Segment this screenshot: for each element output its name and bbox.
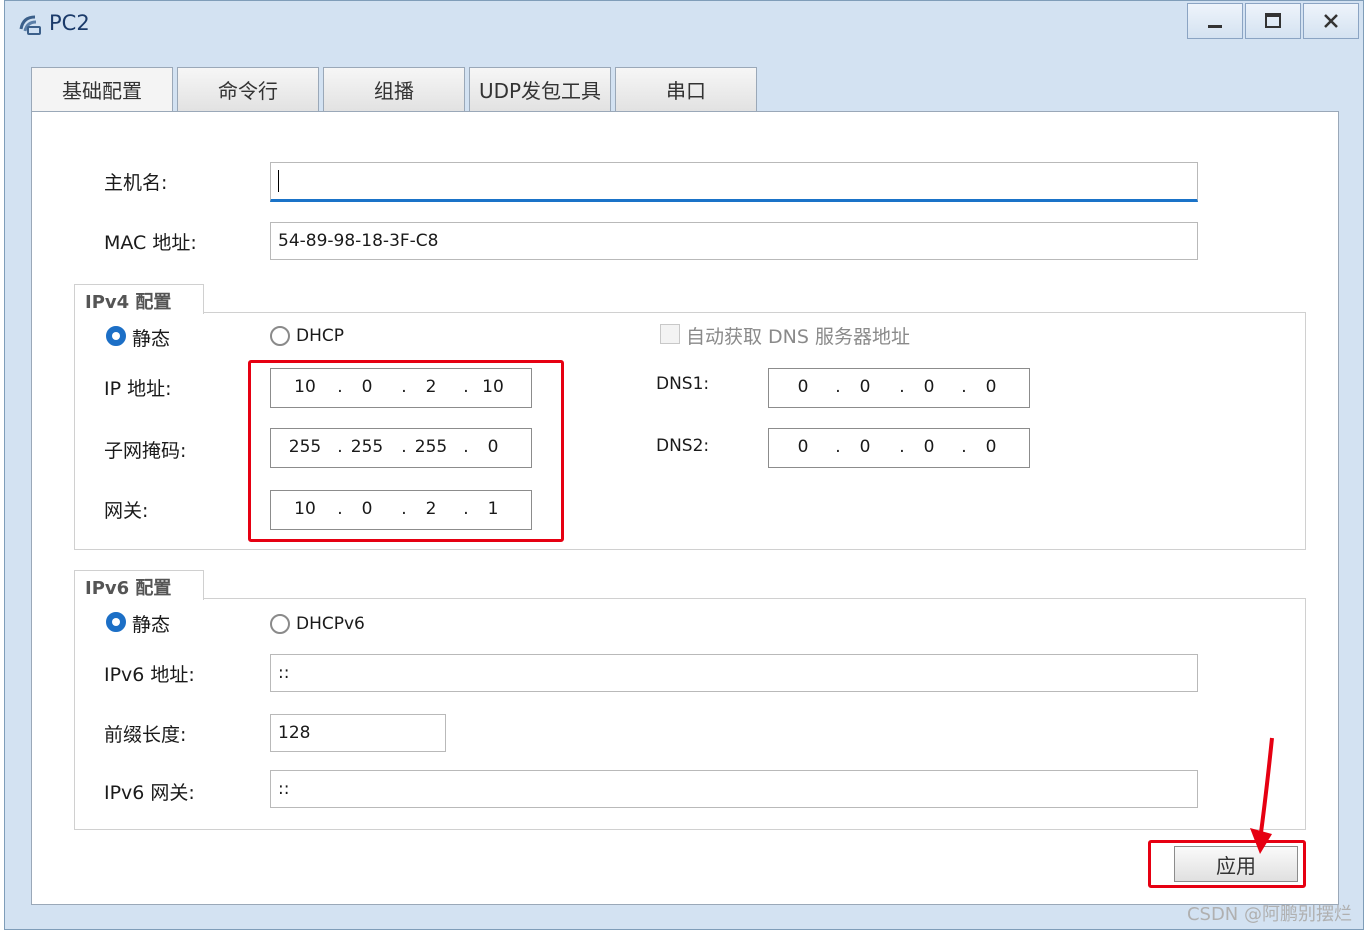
watermark: CSDN @阿鹏别摆烂 bbox=[1186, 904, 1352, 925]
pc2-window: PC2 基础配置 命令行 组播 UDP发包工具 串口 主机名: MAC 地址: … bbox=[4, 0, 1364, 930]
hostname-input[interactable] bbox=[270, 162, 1198, 202]
maximize-icon bbox=[1265, 13, 1281, 28]
mac-field[interactable]: 54-89-98-18-3F-C8 bbox=[270, 222, 1198, 260]
auto-dns-checkbox[interactable] bbox=[660, 324, 680, 344]
ipv6-group-title: IPv6 配置 bbox=[74, 570, 204, 600]
dns2-input[interactable]: 0. 0. 0. 0 bbox=[768, 428, 1030, 468]
gateway-label: 网关: bbox=[104, 500, 149, 522]
text-caret bbox=[278, 170, 279, 192]
subnet-mask-label: 子网掩码: bbox=[104, 440, 187, 462]
tab-multicast[interactable]: 组播 bbox=[323, 67, 465, 111]
prefix-length-input[interactable]: 128 bbox=[270, 714, 446, 752]
ipv6-address-label: IPv6 地址: bbox=[104, 664, 195, 686]
ipv4-static-radio[interactable] bbox=[106, 326, 126, 346]
close-button[interactable] bbox=[1303, 3, 1359, 39]
ipv6-dhcpv6-label: DHCPv6 bbox=[296, 614, 365, 634]
dns1-input[interactable]: 0. 0. 0. 0 bbox=[768, 368, 1030, 408]
network-pc-icon bbox=[19, 15, 41, 35]
apply-highlight-box bbox=[1148, 840, 1306, 888]
ipv6-static-label: 静态 bbox=[132, 614, 171, 636]
window-title: PC2 bbox=[49, 11, 90, 35]
tab-udp-tool[interactable]: UDP发包工具 bbox=[469, 67, 611, 111]
auto-dns-label: 自动获取 DNS 服务器地址 bbox=[686, 326, 910, 348]
ipv4-group-title: IPv4 配置 bbox=[74, 284, 204, 314]
ipv6-dhcpv6-radio[interactable] bbox=[270, 614, 290, 634]
dns2-label: DNS2: bbox=[656, 436, 710, 456]
title-bar[interactable]: PC2 bbox=[5, 1, 1363, 51]
minimize-button[interactable] bbox=[1187, 3, 1243, 39]
tab-command-line[interactable]: 命令行 bbox=[177, 67, 319, 111]
close-icon bbox=[1324, 14, 1338, 28]
config-panel: 主机名: MAC 地址: 54-89-98-18-3F-C8 IPv4 配置 静… bbox=[31, 111, 1339, 905]
ipv6-static-radio[interactable] bbox=[106, 612, 126, 632]
ipv6-address-input[interactable]: :: bbox=[270, 654, 1198, 692]
tab-serial[interactable]: 串口 bbox=[615, 67, 757, 111]
maximize-button[interactable] bbox=[1245, 3, 1301, 39]
minimize-icon bbox=[1208, 25, 1222, 28]
red-arrow-annotation bbox=[1250, 737, 1274, 854]
mac-label: MAC 地址: bbox=[104, 232, 197, 254]
ipv6-gateway-input[interactable]: :: bbox=[270, 770, 1198, 808]
tab-basic-config[interactable]: 基础配置 bbox=[31, 67, 173, 111]
ipv4-dhcp-label: DHCP bbox=[296, 326, 344, 346]
ipv6-gateway-label: IPv6 网关: bbox=[104, 782, 195, 804]
prefix-length-label: 前缀长度: bbox=[104, 724, 187, 746]
ipv4-highlight-box bbox=[248, 360, 564, 542]
tab-bar: 基础配置 命令行 组播 UDP发包工具 串口 bbox=[31, 67, 761, 111]
ip-address-label: IP 地址: bbox=[104, 378, 172, 400]
hostname-label: 主机名: bbox=[104, 172, 168, 194]
ipv4-dhcp-radio[interactable] bbox=[270, 326, 290, 346]
ipv4-static-label: 静态 bbox=[132, 328, 171, 350]
dns1-label: DNS1: bbox=[656, 374, 710, 394]
